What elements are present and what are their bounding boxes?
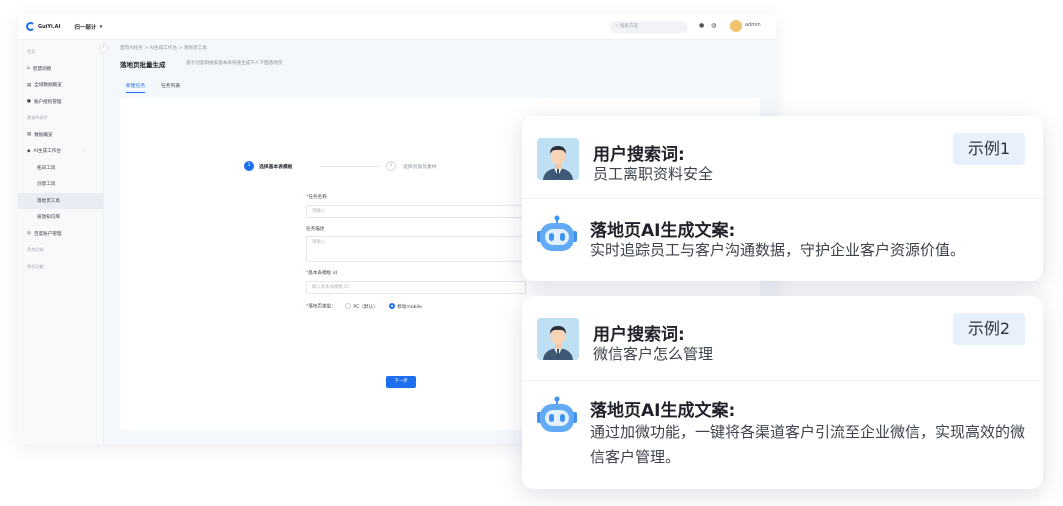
search-placeholder: 搜索方案 <box>619 24 638 29</box>
sidebar-item-icon: ▤ <box>27 132 32 138</box>
radio-pc[interactable]: PC（默认） <box>345 303 378 310</box>
user-name[interactable]: admin <box>745 22 761 28</box>
breadcrumb[interactable]: 首页AI任务 > AI生成工作台 > 落地页工具 <box>120 45 207 51</box>
sidebar-group-label: 首页 <box>18 44 103 61</box>
sidebar-group-label: 系统功能 <box>18 242 103 259</box>
step-connector <box>320 166 380 167</box>
sidebar-item-label: 数据概览 <box>34 132 53 138</box>
query-text: 员工离职资料安全 <box>593 165 714 183</box>
sidebar-group-label: 更多功能 <box>18 259 103 276</box>
query-label: 用户搜索词: <box>593 325 685 345</box>
top-bar: GuiYi.AI 归一部计 ▼ ⌕ 搜索方案 ● ◍ admin <box>18 14 776 40</box>
page-type-row: *落地页类型： PC（默认） 移动mobile <box>306 303 422 310</box>
divider <box>522 198 1043 199</box>
sidebar-item-label: 更多功能 <box>27 263 44 269</box>
bell-icon[interactable]: ● <box>699 22 704 29</box>
user-avatar-icon <box>537 318 579 360</box>
template-id-label: *基本表模板 id <box>306 271 337 276</box>
sidebar-item-label: 落地页工具 <box>37 198 60 204</box>
sidebar-item-label: 首页 <box>27 49 36 55</box>
step-1-label: 选择基本表模板 <box>259 165 293 170</box>
divider <box>522 380 1043 381</box>
radio-mobile-circle[interactable] <box>389 303 396 309</box>
sidebar: ‹ 首页 ⌂ 智慧洞察 ▤ 全域数据概览 ● 账户授权管理 营销AI助手 ▤ 数据概览 ◆ AI生成工… <box>18 40 108 444</box>
sidebar-item[interactable]: ▤ 全域数据概览 <box>18 77 103 94</box>
sidebar-item-icon: ▤ <box>27 82 32 88</box>
example-card-1: 用户搜索词: 员工离职资料安全 示例1 落地页AI生成文案: 实时追踪员工与客户… <box>522 116 1043 281</box>
user-avatar[interactable] <box>730 20 742 32</box>
page-title: 落地页批量生成 <box>120 61 166 69</box>
sidebar-item-icon: ● <box>27 99 31 105</box>
sidebar-item-label: 投放知识库 <box>37 215 60 221</box>
step-2-number: 2 <box>386 161 396 171</box>
step-2-label: 选择创意及素材 <box>403 165 437 170</box>
search-input[interactable]: ⌕ 搜索方案 <box>610 21 688 33</box>
sidebar-item-label: 拓词工具 <box>37 165 56 171</box>
robot-icon <box>537 396 577 432</box>
robot-icon <box>537 215 577 251</box>
task-name-input[interactable]: 请输入 <box>306 205 526 218</box>
logo-text: GuiYi.AI <box>38 23 61 30</box>
sidebar-item-label: 营销AI助手 <box>27 115 48 121</box>
stage: GuiYi.AI 归一部计 ▼ ⌕ 搜索方案 ● ◍ admin ‹ 首页 ⌂ 智慧… <box>0 0 1063 506</box>
example-card-2: 用户搜索词: 微信客户怎么管理 示例2 落地页AI生成文案: 通过加微功能，一键… <box>522 296 1043 489</box>
answer-text: 通过加微功能，一键将各渠道客户引流至企业微信，实现高效的微信客户管理。 <box>590 423 1026 466</box>
answer-text: 实时追踪员工与客户沟通数据，守护企业客户资源价值。 <box>590 241 966 259</box>
sidebar-group-label: 营销AI助手 <box>18 110 103 127</box>
sidebar-item-label: 账户授权管理 <box>33 99 62 105</box>
workspace-switcher[interactable]: 归一部计 <box>74 23 96 31</box>
logo-icon <box>26 22 35 31</box>
sidebar-item-label: 创意工具 <box>37 182 56 188</box>
step-1-number: 1 <box>244 161 254 171</box>
sidebar-item-label: 系统功能 <box>27 247 44 253</box>
radio-pc-circle[interactable] <box>345 303 352 309</box>
example-badge: 示例2 <box>953 313 1025 345</box>
task-name-label: *任务名称 <box>306 195 327 200</box>
help-icon[interactable]: ◍ <box>711 22 716 29</box>
example-badge: 示例1 <box>953 133 1025 165</box>
sidebar-item-icon: ◆ <box>27 148 31 154</box>
page-subtitle: 基于创意和搜索基本表快速生成千人千面落地页 <box>186 61 283 66</box>
answer-label: 落地页AI生成文案: <box>590 401 736 421</box>
sidebar-item[interactable]: 创意工具 <box>18 176 103 193</box>
sidebar-item[interactable]: ▤ 数据概览 <box>18 127 103 144</box>
caret-down-icon[interactable]: ▼ <box>99 24 102 29</box>
sidebar-list: 首页 ⌂ 智慧洞察 ▤ 全域数据概览 ● 账户授权管理 营销AI助手 ▤ 数据概览 ◆ AI生成工作台… <box>18 44 103 275</box>
task-desc-label: 任务描述 <box>306 227 325 232</box>
sidebar-item-label: AI生成工作台 <box>33 149 61 155</box>
sidebar-item[interactable]: 落地页工具 <box>18 192 103 209</box>
sidebar-item[interactable]: ⌂ 智慧洞察 <box>18 61 103 78</box>
tab-new-task[interactable]: 新建任务 <box>126 82 146 93</box>
template-id-input[interactable]: 输入基本表模板 ID <box>306 281 526 294</box>
sidebar-item-label: 百度账户管理 <box>33 231 62 237</box>
query-text: 微信客户怎么管理 <box>593 345 714 363</box>
user-avatar-icon <box>537 138 579 180</box>
sidebar-item-label: 全域数据概览 <box>34 83 62 89</box>
sidebar-item[interactable]: 投放知识库 <box>18 209 103 226</box>
task-desc-textarea[interactable]: 请输入 <box>306 236 526 262</box>
next-button[interactable]: 下一步 <box>386 376 416 388</box>
sidebar-item-icon: ◎ <box>27 231 31 237</box>
tab-task-list[interactable]: 任务列表 <box>161 82 180 89</box>
sidebar-item-icon: ⌂ <box>27 66 30 72</box>
sidebar-item-label: 智慧洞察 <box>32 66 52 72</box>
collapse-icon[interactable]: ‹ <box>99 44 108 53</box>
sidebar-item[interactable]: 拓词工具 <box>18 160 103 177</box>
radio-mobile[interactable]: 移动mobile <box>389 303 422 310</box>
chevron-up-icon[interactable]: ⌃ <box>82 149 85 154</box>
sidebar-item[interactable]: ◎ 百度账户管理 <box>18 226 103 243</box>
sidebar-item[interactable]: ● 账户授权管理 <box>18 94 103 111</box>
query-label: 用户搜索词: <box>593 145 685 165</box>
sidebar-item[interactable]: ◆ AI生成工作台 ⌃ <box>18 143 103 160</box>
